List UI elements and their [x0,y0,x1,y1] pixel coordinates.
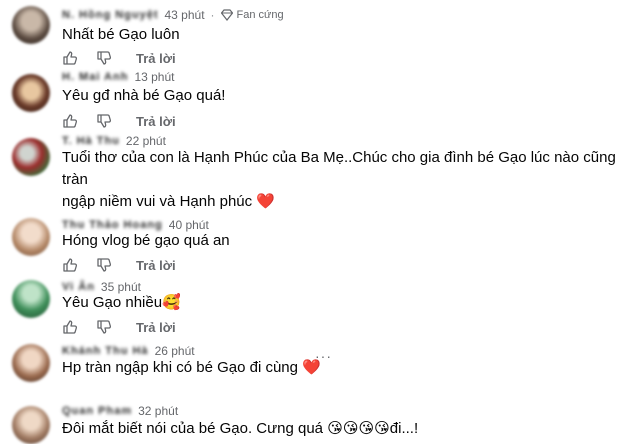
avatar[interactable] [12,280,50,318]
thumb-down-icon[interactable] [96,113,112,129]
comment-item: T. Hà Thu 22 phút Tuổi thơ của con là Hạ… [0,132,640,210]
comment-text: Hp tràn ngập khi có bé Gạo đi cùng ❤️ [62,357,321,379]
avatar[interactable] [12,218,50,256]
meta-separator: · [210,8,215,22]
comment-text: Nhất bé Gạo luôn [62,26,180,43]
commenter-name[interactable]: N. Hồng Nguyệt [62,9,159,21]
reply-button[interactable]: Trả lời [136,320,176,335]
commenter-name[interactable]: H. Mai Anh [62,71,128,83]
comment-text-line-2-text: ngập niềm vui và Hạnh phúc [62,193,253,210]
thumb-up-icon[interactable] [62,257,78,273]
thumb-up-icon[interactable] [62,113,78,129]
comment-text: Đôi mắt biết nói của bé Gạo. Cưng quá 😘😘… [62,418,418,440]
comment-text-body: Đôi mắt biết nói của bé Gạo. Cưng quá [62,420,324,437]
thumb-down-icon[interactable] [96,319,112,335]
comment-text-tail: đi...! [389,420,419,437]
comment-item: N. Hồng Nguyệt 43 phút · Fan cứng Nhất b… [0,4,640,72]
reply-button[interactable]: Trả lời [136,114,176,129]
kiss-emoji-group: 😘😘😘😘 [327,420,390,437]
comment-time[interactable]: 43 phút [165,8,205,22]
comment-text-line-1: Tuổi thơ của con là Hạnh Phúc của Ba Mẹ.… [62,149,616,188]
comment-item: Vi Ân 35 phút Yêu Gạo nhiều🥰 Trả lời [0,278,640,346]
thumb-down-icon[interactable] [96,50,112,66]
commenter-name[interactable]: T. Hà Thu [62,135,120,147]
comment-time[interactable]: 22 phút [126,134,166,148]
comment-item: H. Mai Anh 13 phút Yêu gđ nhà bé Gạo quá… [0,68,640,136]
thumb-down-icon[interactable] [96,257,112,273]
heart-emoji: ❤️ [256,193,275,210]
avatar[interactable] [12,344,50,382]
comment-item: Khánh Thu Hà 26 phút ··· Hp tràn ngập kh… [0,342,640,410]
comment-text-line-2: ngập niềm vui và Hạnh phúc ❤️ [62,191,632,213]
comment-time[interactable]: 13 phút [134,70,174,84]
comment-text: Yêu gđ nhà bé Gạo quá! [62,87,226,104]
comment-item: Quan Pham 32 phút Đôi mắt biết nói của b… [0,404,640,444]
diamond-icon [220,9,233,21]
fan-badge-label: Fan cứng [236,9,284,21]
comment-time[interactable]: 32 phút [138,404,178,418]
reply-button[interactable]: Trả lời [136,258,176,273]
avatar[interactable] [12,74,50,112]
comment-text: Yêu Gạo nhiều🥰 [62,292,181,314]
commenter-name[interactable]: Quan Pham [62,405,132,417]
heart-emoji: ❤️ [302,359,321,376]
fan-badge[interactable]: Fan cứng [220,9,284,21]
avatar[interactable] [12,6,50,44]
thumb-up-icon[interactable] [62,319,78,335]
reply-button[interactable]: Trả lời [136,51,176,66]
avatar[interactable] [12,138,50,176]
comment-text-body: Yêu Gạo nhiều [62,294,163,311]
comment-time[interactable]: 26 phút [155,344,195,358]
commenter-name[interactable]: Khánh Thu Hà [62,345,149,357]
avatar[interactable] [12,406,50,444]
comment-text: Tuổi thơ của con là Hạnh Phúc của Ba Mẹ.… [62,147,632,213]
thumb-up-icon[interactable] [62,50,78,66]
comment-text: Hóng vlog bé gạo quá an [62,232,230,249]
comment-text-body: Hp tràn ngập khi có bé Gạo đi cùng [62,359,298,376]
smiling-hearts-emoji: 🥰 [162,294,181,311]
comment-item: Thu Thảo Hoang 40 phút Hóng vlog bé gạo … [0,216,640,284]
